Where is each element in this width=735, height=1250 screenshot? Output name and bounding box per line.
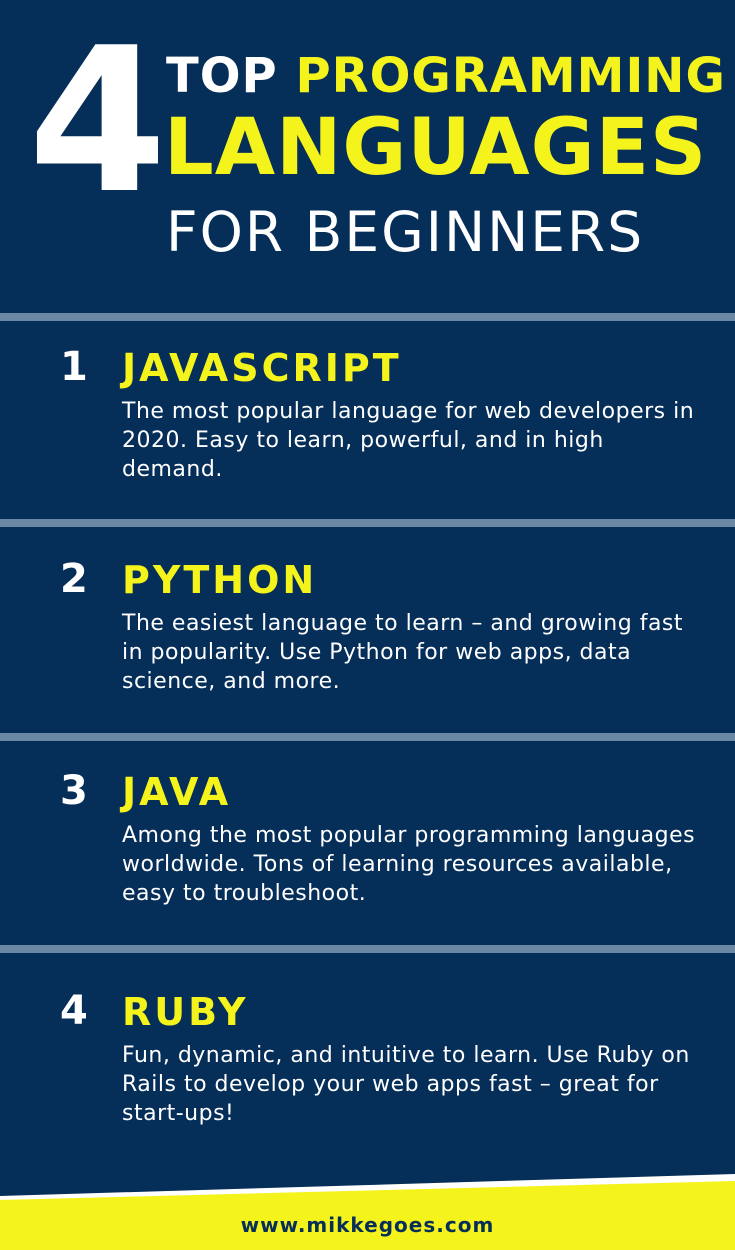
title-line-1: TOP PROGRAMMING: [166, 48, 726, 104]
item-title: JAVA: [122, 770, 232, 814]
big-number: 4: [28, 5, 167, 238]
item-description: Among the most popular programming langu…: [122, 823, 696, 906]
divider: [0, 519, 735, 527]
header: 4 TOP PROGRAMMING LANGUAGES FOR BEGINNER…: [0, 0, 735, 312]
item-number: 4: [60, 988, 88, 1034]
item-number: 2: [60, 556, 88, 602]
item-title: JAVASCRIPT: [122, 346, 402, 390]
item-description: The most popular language for web develo…: [122, 399, 695, 482]
divider: [0, 313, 735, 321]
item-number: 3: [60, 768, 88, 814]
title-line-3: FOR BEGINNERS: [166, 200, 645, 264]
divider: [0, 945, 735, 953]
divider: [0, 733, 735, 741]
title-programming-word: PROGRAMMING: [295, 48, 726, 104]
item-description: Fun, dynamic, and intuitive to learn. Us…: [122, 1043, 690, 1126]
item-number: 1: [60, 344, 88, 390]
website-url: www.mikkegoes.com: [240, 1213, 495, 1237]
item-title: RUBY: [122, 990, 249, 1034]
title-top-word: TOP: [166, 48, 278, 104]
title-line-2: LANGUAGES: [164, 103, 708, 193]
item-title: PYTHON: [122, 558, 318, 602]
item-description: The easiest language to learn – and grow…: [122, 611, 684, 694]
